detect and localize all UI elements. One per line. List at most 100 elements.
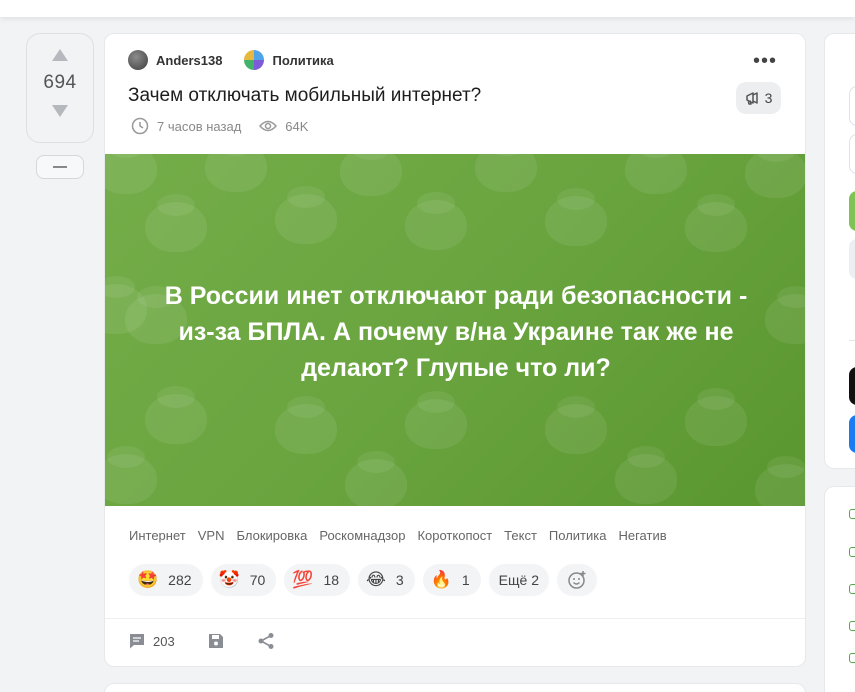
- divider: [849, 340, 855, 341]
- comments-count: 203: [153, 633, 175, 649]
- share-icon: [258, 633, 274, 649]
- tag[interactable]: Текст: [504, 528, 537, 543]
- post-image-banner[interactable]: В России инет отключают ради безопасност…: [105, 154, 805, 506]
- background-pattern-shape: [105, 446, 157, 504]
- comment-icon: [130, 634, 144, 649]
- laughing-icon: 😂: [366, 569, 386, 590]
- reaction-count: 3: [395, 572, 404, 588]
- background-pattern-shape: [615, 446, 677, 504]
- menu-item-icon[interactable]: [849, 547, 855, 557]
- banner-text: В России инет отключают ради безопасност…: [164, 282, 748, 382]
- sidebar-social-button[interactable]: [849, 415, 855, 453]
- star-struck-icon: 🤩: [137, 569, 159, 590]
- divider: [105, 618, 805, 619]
- background-pattern-shape: [685, 388, 747, 446]
- add-emoji-icon: [568, 571, 586, 589]
- background-pattern-shape: [145, 386, 207, 444]
- share-button[interactable]: [257, 632, 275, 650]
- author-link[interactable]: Anders138: [156, 53, 222, 68]
- background-pattern-shape: [205, 154, 267, 192]
- fire-icon: 🔥: [430, 569, 452, 590]
- megaphone-icon: [745, 92, 758, 105]
- post-card: Anders138 Политика ••• Зачем отключать м…: [104, 33, 806, 667]
- vote-widget: 694: [26, 33, 94, 143]
- background-pattern-shape: [105, 154, 157, 194]
- menu-item-icon[interactable]: [849, 653, 855, 663]
- rating-count: 694: [43, 72, 77, 93]
- menu-item-icon[interactable]: [849, 621, 855, 631]
- background-pattern-shape: [275, 186, 337, 244]
- sidebar-panel: [824, 33, 855, 469]
- post-footer: 203: [128, 632, 275, 650]
- sidebar-social-button[interactable]: [849, 367, 855, 405]
- post-time: 7 часов назад: [157, 118, 242, 134]
- post-title[interactable]: Зачем отключать мобильный интернет?: [128, 85, 481, 107]
- background-pattern-shape: [545, 188, 607, 246]
- sidebar-input[interactable]: [849, 86, 855, 126]
- save-button[interactable]: [207, 632, 225, 650]
- tag[interactable]: Роскомнадзор: [319, 528, 405, 543]
- background-pattern-shape: [405, 391, 467, 449]
- more-options-button[interactable]: •••: [753, 51, 777, 71]
- clock-icon: [131, 117, 149, 135]
- comment-counter-button[interactable]: 3: [736, 82, 781, 114]
- reaction-bar: 🤩 282 🤡 70 💯 18 😂 3 🔥 1 Ещё 2: [129, 564, 597, 596]
- sidebar-secondary-button[interactable]: [849, 239, 855, 279]
- tag[interactable]: Политика: [549, 528, 607, 543]
- reaction-count: 1: [461, 572, 470, 588]
- hide-post-button[interactable]: [36, 155, 84, 179]
- category-link[interactable]: Политика: [272, 53, 333, 68]
- arrow-down-icon: [52, 105, 68, 117]
- reaction-count: 70: [249, 572, 266, 588]
- post-meta: Anders138 Политика: [128, 50, 334, 70]
- tag-list: Интернет VPN Блокировка Роскомнадзор Кор…: [129, 528, 667, 543]
- avatar[interactable]: [128, 50, 148, 70]
- tag[interactable]: Блокировка: [236, 528, 307, 543]
- sidebar-primary-button[interactable]: [849, 191, 855, 231]
- eye-icon: [259, 119, 278, 133]
- comments-button[interactable]: 203: [128, 632, 175, 650]
- sidebar-input[interactable]: [849, 134, 855, 174]
- comment-counter-value: 3: [764, 90, 773, 106]
- view-count: 64K: [285, 118, 309, 134]
- background-pattern-shape: [745, 154, 805, 198]
- add-reaction-button[interactable]: [557, 564, 597, 596]
- post-info: 7 часов назад 64K: [131, 117, 308, 135]
- tag[interactable]: Негатив: [618, 528, 666, 543]
- more-reactions-button[interactable]: Ещё 2: [488, 564, 549, 596]
- upvote-button[interactable]: [45, 42, 75, 68]
- clown-icon: 🤡: [218, 569, 240, 590]
- background-pattern-shape: [755, 456, 805, 506]
- tag[interactable]: Интернет: [129, 528, 186, 543]
- next-post-card: [104, 683, 806, 692]
- reaction-button[interactable]: 🔥 1: [422, 564, 481, 596]
- hundred-icon: 💯: [292, 569, 314, 590]
- tag[interactable]: Короткопост: [417, 528, 492, 543]
- background-pattern-shape: [765, 286, 805, 344]
- downvote-button[interactable]: [45, 98, 75, 124]
- reaction-button[interactable]: 🤩 282: [129, 564, 203, 596]
- background-pattern-shape: [475, 154, 537, 192]
- background-pattern-shape: [685, 194, 747, 252]
- background-pattern-shape: [625, 154, 687, 194]
- background-pattern-shape: [145, 194, 207, 252]
- minus-icon: [53, 166, 67, 168]
- globe-icon: [244, 50, 265, 70]
- tag[interactable]: VPN: [198, 528, 225, 543]
- background-pattern-shape: [340, 154, 402, 196]
- background-pattern-shape: [545, 396, 607, 454]
- reaction-count: 282: [168, 572, 192, 588]
- reaction-button[interactable]: 🤡 70: [210, 564, 277, 596]
- save-icon: [208, 634, 223, 648]
- arrow-up-icon: [52, 49, 68, 61]
- background-pattern-shape: [405, 192, 467, 250]
- menu-item-icon[interactable]: [849, 509, 855, 519]
- sidebar-menu-panel: [824, 486, 855, 692]
- reaction-count: 18: [323, 572, 340, 588]
- menu-item-icon[interactable]: [849, 584, 855, 594]
- background-pattern-shape: [275, 396, 337, 454]
- reaction-button[interactable]: 😂 3: [358, 564, 415, 596]
- top-navigation-bar: [0, 0, 855, 17]
- background-pattern-shape: [345, 451, 407, 506]
- reaction-button[interactable]: 💯 18: [284, 564, 351, 596]
